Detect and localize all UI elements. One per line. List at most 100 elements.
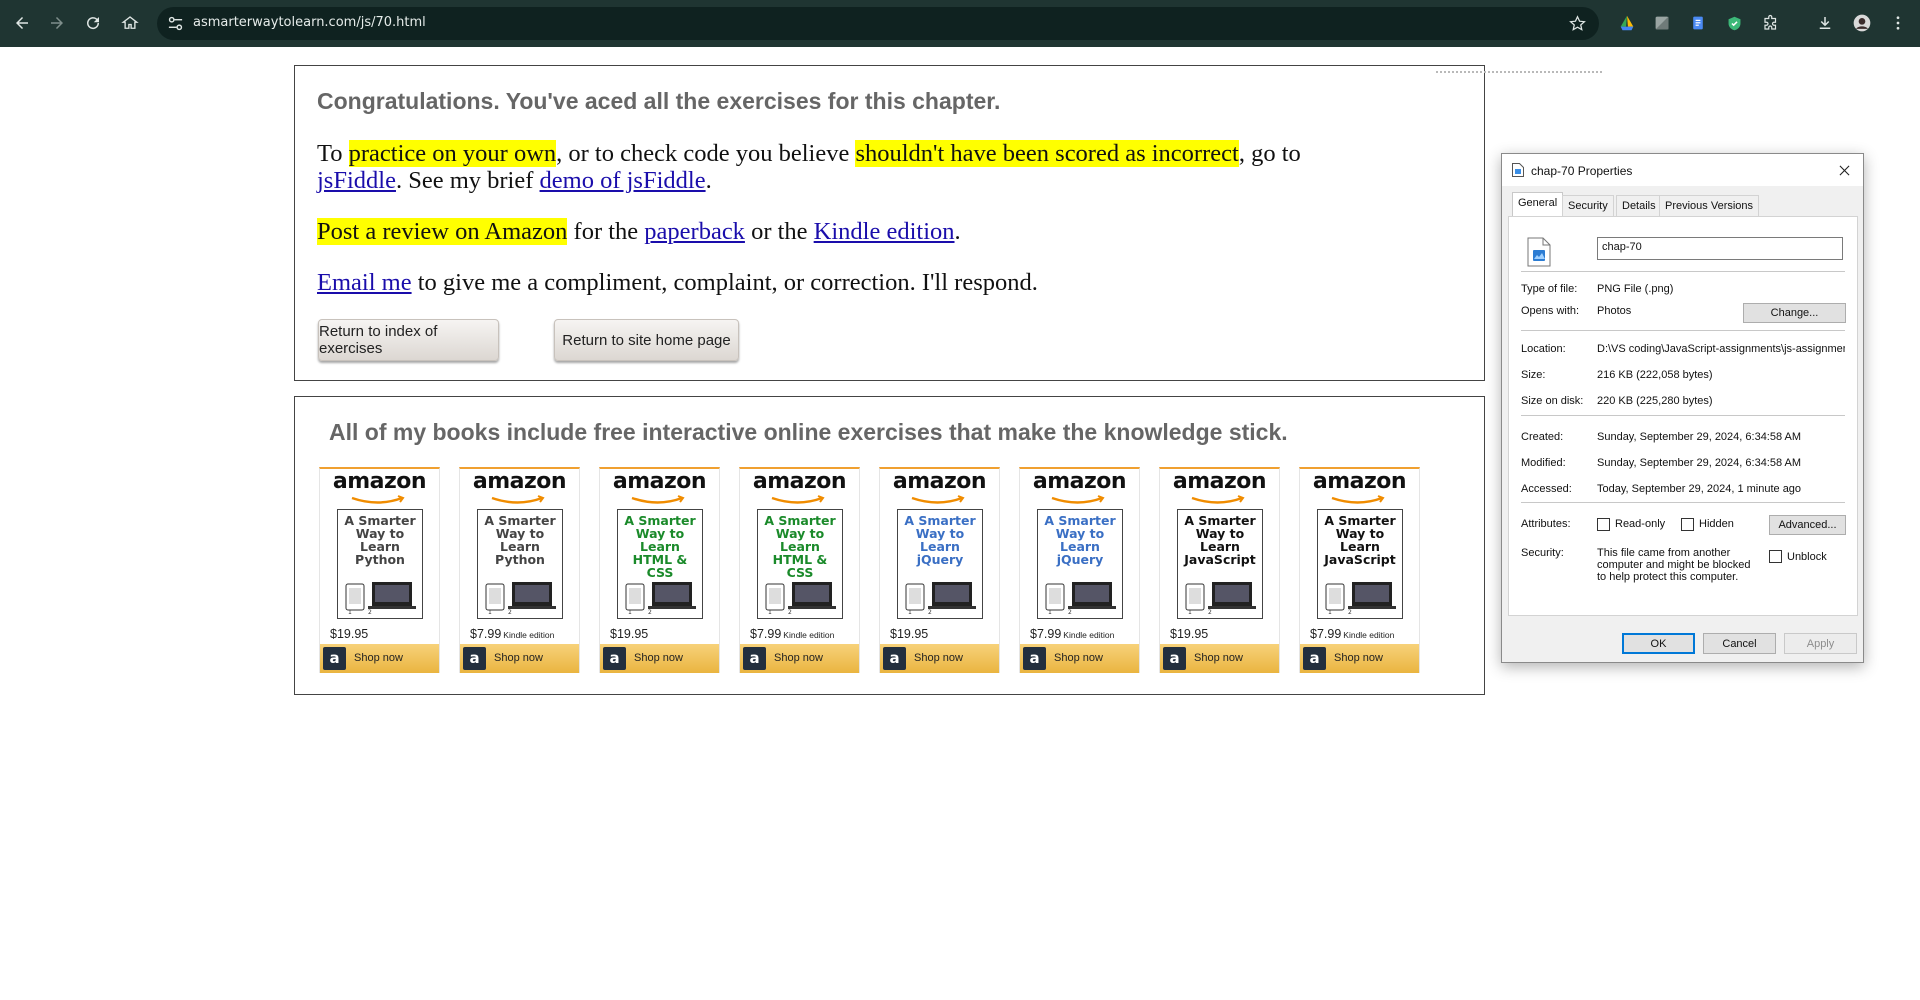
- divider: [1521, 415, 1845, 416]
- book-cover[interactable]: A Smarter Way to Learn jQuery 1 2: [897, 509, 983, 619]
- book-cover[interactable]: A Smarter Way to Learn JavaScript 1 2: [1177, 509, 1263, 619]
- email-me-link[interactable]: Email me: [317, 269, 412, 296]
- hidden-checkbox[interactable]: [1681, 518, 1694, 531]
- amazon-a-icon: a: [463, 647, 486, 670]
- book-ad[interactable]: amazon A Smarter Way to Learn jQuery 1 2 $19…: [879, 467, 1000, 673]
- change-button[interactable]: Change...: [1743, 303, 1846, 323]
- shop-now-button[interactable]: a Shop now: [1020, 644, 1139, 673]
- image-file-icon: [1512, 163, 1524, 177]
- book-ad[interactable]: amazon A Smarter Way to Learn jQuery 1 2 $7.…: [1019, 467, 1140, 673]
- price-value: $7.99: [750, 627, 782, 641]
- site-settings-icon[interactable]: [167, 15, 184, 32]
- url-text[interactable]: asmarterwaytolearn.com/js/70.html: [193, 15, 426, 30]
- extensions-puzzle-icon[interactable]: [1761, 13, 1781, 33]
- reload-icon[interactable]: [81, 11, 105, 35]
- return-home-button[interactable]: Return to site home page: [554, 319, 739, 361]
- shop-now-button[interactable]: a Shop now: [460, 644, 579, 673]
- file-name-field[interactable]: chap-70: [1597, 237, 1843, 260]
- book-cover[interactable]: A Smarter Way to Learn JavaScript 1 2: [1317, 509, 1403, 619]
- shop-now-button[interactable]: a Shop now: [880, 644, 999, 673]
- apply-button[interactable]: Apply: [1784, 633, 1857, 654]
- amazon-a-icon: a: [1163, 647, 1186, 670]
- attributes-label: Attributes:: [1521, 518, 1571, 530]
- dialog-titlebar[interactable]: chap-70 Properties: [1502, 154, 1863, 186]
- cancel-button[interactable]: Cancel: [1703, 633, 1776, 654]
- shop-now-label: Shop now: [634, 652, 683, 664]
- shop-now-button[interactable]: a Shop now: [1300, 644, 1419, 673]
- price-value: $19.95: [610, 627, 649, 641]
- amazon-logo: amazon: [892, 469, 987, 494]
- back-icon[interactable]: [10, 11, 34, 35]
- book-cover-title: A Smarter Way to Learn Python: [484, 513, 556, 567]
- amazon-a-icon: a: [883, 647, 906, 670]
- svg-text:1: 1: [908, 609, 912, 614]
- shop-now-label: Shop now: [1334, 652, 1383, 664]
- book-cover[interactable]: A Smarter Way to Learn HTML & CSS 1 2: [757, 509, 843, 619]
- return-index-button[interactable]: Return to index of exercises: [318, 319, 499, 361]
- shop-now-label: Shop now: [1194, 652, 1243, 664]
- opens-value: Photos: [1597, 305, 1632, 317]
- book-cover-title: A Smarter Way to Learn jQuery: [1044, 513, 1116, 567]
- book-ad[interactable]: amazon A Smarter Way to Learn Python 1 2 $19…: [319, 467, 440, 673]
- extension-grey-icon[interactable]: [1652, 13, 1672, 33]
- book-ad[interactable]: amazon A Smarter Way to Learn JavaScript 1…: [1299, 467, 1420, 673]
- book-devices-illustration: 12: [1185, 582, 1256, 614]
- shop-now-button[interactable]: a Shop now: [1160, 644, 1279, 673]
- book-cover-title: A Smarter Way to Learn Python: [344, 513, 416, 567]
- tab-general[interactable]: General: [1512, 192, 1564, 217]
- book-cover[interactable]: A Smarter Way to Learn Python 1 2: [477, 509, 563, 619]
- close-icon[interactable]: [1833, 159, 1855, 181]
- jsfiddle-demo-link[interactable]: demo of jsFiddle: [540, 167, 706, 194]
- security-text: This file came from another computer and…: [1597, 547, 1751, 583]
- book-price: $19.95: [610, 627, 648, 641]
- tab-security[interactable]: Security: [1562, 195, 1614, 216]
- highlight-review: Post a review on Amazon: [317, 218, 568, 245]
- readonly-checkbox[interactable]: [1597, 518, 1610, 531]
- shop-now-button[interactable]: a Shop now: [600, 644, 719, 673]
- book-ad[interactable]: amazon A Smarter Way to Learn HTML & CSS 1…: [739, 467, 860, 673]
- readonly-label: Read-only: [1615, 518, 1666, 530]
- shop-now-button[interactable]: a Shop now: [740, 644, 859, 673]
- menu-icon[interactable]: [1888, 13, 1908, 33]
- star-icon[interactable]: [1568, 14, 1587, 33]
- text: To: [317, 140, 349, 167]
- kindle-note: Kindle edition: [783, 630, 835, 640]
- extension-shield-icon[interactable]: [1724, 13, 1744, 33]
- book-ad[interactable]: amazon A Smarter Way to Learn JavaScript 1…: [1159, 467, 1280, 673]
- address-bar[interactable]: asmarterwaytolearn.com/js/70.html: [157, 7, 1599, 40]
- tab-previous-versions[interactable]: Previous Versions: [1659, 195, 1760, 216]
- svg-text:2: 2: [368, 609, 372, 614]
- jsfiddle-link[interactable]: jsFiddle: [317, 167, 396, 194]
- book-ad[interactable]: amazon A Smarter Way to Learn HTML & CSS 1…: [599, 467, 720, 673]
- accessed-label: Accessed:: [1521, 483, 1572, 495]
- book-ad[interactable]: amazon A Smarter Way to Learn Python 1 2 $7.…: [459, 467, 580, 673]
- kindle-edition-link[interactable]: Kindle edition: [814, 218, 955, 245]
- book-cover[interactable]: A Smarter Way to Learn Python 1 2: [337, 509, 423, 619]
- amazon-smile-icon: [1331, 495, 1385, 504]
- book-price: $19.95: [330, 627, 368, 641]
- book-price: $7.99 Kindle edition: [470, 627, 554, 641]
- book-cover[interactable]: A Smarter Way to Learn jQuery 1 2: [1037, 509, 1123, 619]
- advanced-button[interactable]: Advanced...: [1769, 515, 1846, 535]
- unblock-checkbox[interactable]: [1769, 550, 1782, 563]
- hidden-label: Hidden: [1699, 518, 1734, 530]
- price-value: $19.95: [330, 627, 369, 641]
- profile-icon[interactable]: [1852, 13, 1872, 33]
- text: , go to: [1238, 140, 1301, 167]
- extension-drive-icon[interactable]: [1617, 13, 1637, 33]
- forward-icon[interactable]: [45, 11, 69, 35]
- home-icon[interactable]: [118, 11, 142, 35]
- ok-button[interactable]: OK: [1622, 633, 1695, 654]
- book-cover-title: A Smarter Way to Learn JavaScript: [1324, 513, 1396, 567]
- png-file-icon: [1527, 237, 1551, 267]
- price-value: $7.99: [1030, 627, 1062, 641]
- tab-details[interactable]: Details: [1616, 195, 1662, 216]
- book-cover[interactable]: A Smarter Way to Learn HTML & CSS 1 2: [617, 509, 703, 619]
- amazon-smile-icon: [911, 495, 965, 504]
- extension-docs-icon[interactable]: [1688, 13, 1708, 33]
- divider: [1521, 271, 1845, 272]
- svg-text:1: 1: [1188, 609, 1192, 614]
- download-icon[interactable]: [1815, 13, 1835, 33]
- paperback-link[interactable]: paperback: [644, 218, 745, 245]
- shop-now-button[interactable]: a Shop now: [320, 644, 439, 673]
